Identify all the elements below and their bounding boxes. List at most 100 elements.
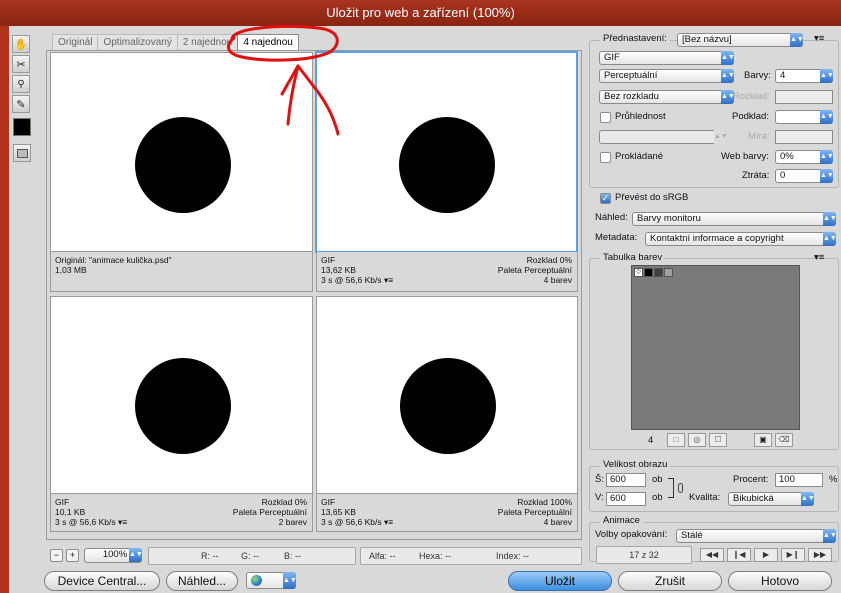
chevron-down-icon: ▲▼ [714,130,728,144]
save-button[interactable]: Uložit [508,571,612,591]
pane-menu-icon[interactable]: ▾≡ [384,275,393,285]
tab-optimized[interactable]: Optimalizovaný [97,34,177,50]
browser-icon [251,575,262,586]
next-frame-icon[interactable]: ▶❙ [781,548,805,562]
tool-palette: ✋ ✂ ⚲ ✎ [12,35,30,113]
colors-count-select[interactable]: 4 ▲▼ [775,69,834,83]
browser-select[interactable]: ▲▼ [246,572,297,589]
dither-amount-field [775,90,833,104]
chevron-down-icon: ▲▼ [820,150,834,164]
amount-label: Míra: [748,131,770,142]
preset-menu-icon[interactable]: ▾≡ [814,32,824,46]
device-central-button[interactable]: Device Central... [44,571,160,591]
toggle-slices-visibility-button[interactable] [13,144,31,162]
metadata-select[interactable]: Kontaktní informace a copyright ▲▼ [645,232,837,246]
looping-options-select[interactable]: Stálé ▲▼ [676,529,837,543]
color-swatch[interactable] [654,268,663,277]
quality-label: Kvalita: [689,492,721,503]
web-snap-select[interactable]: 0% ▲▼ [775,150,834,164]
transparency-checkbox[interactable] [600,112,611,123]
chevron-down-icon: ▲▼ [283,572,297,589]
red-annotation-circle-arrow [227,25,340,136]
frame-counter: 17 z 32 [596,546,692,564]
pane-menu-icon[interactable]: ▾≡ [384,517,393,527]
pane-menu-icon[interactable]: ▾≡ [118,517,127,527]
transparency-dither-select: ▲▼ [599,130,728,144]
dither-algorithm-select[interactable]: Bez rozkladu ▲▼ [599,90,735,104]
new-color-icon[interactable]: ▣ [754,433,772,447]
interlaced-checkbox[interactable] [600,152,611,163]
constrain-proportions-bracket [668,478,674,498]
color-table-area[interactable]: ◇ [631,265,800,430]
chevron-down-icon: ▲▼ [820,69,834,83]
eyedropper-color-swatch[interactable] [13,118,31,136]
color-reduction-select[interactable]: Perceptuální ▲▼ [599,69,735,83]
cancel-button[interactable]: Zrušit [618,571,722,591]
ball-image [400,358,496,454]
lock-color-icon[interactable]: ☐ [709,433,727,447]
color-table-menu-icon[interactable]: ▾≡ [814,251,824,265]
zoom-out-button[interactable]: − [50,549,63,562]
chevron-down-icon: ▲▼ [823,212,837,226]
play-icon[interactable]: ▶ [754,548,778,562]
percent-label: Procent: [733,474,769,485]
pane-info-text: Originál: "animace kulička.psd" 1,03 MB [55,255,172,275]
dither-amount-label: Rozklad: [733,91,770,102]
color-swatch[interactable] [644,268,653,277]
lossy-select[interactable]: 0 ▲▼ [775,169,834,183]
color-readout-alpha-hex-index: Alfa: -- Hexa: -- Index: -- [360,547,582,565]
chevron-down-icon: ▲▼ [790,33,804,47]
color-readout-rgb: R: -- G: -- B: -- [148,547,356,565]
pane-info-optimized-1: GIF 13,62 KB 3 s @ 56,6 Kb/s ▾≡ Rozklad … [316,252,578,292]
chevron-down-icon: ▲▼ [820,169,834,183]
height-field[interactable]: 600 [606,492,646,506]
preview-pane-optimized-2[interactable] [50,296,313,494]
chain-link-icon[interactable] [678,483,683,493]
zoom-level-select[interactable]: 100% ▲▼ [84,548,143,563]
preview-pane-optimized-3[interactable] [316,296,578,494]
zoom-tool-icon: ⚲ [17,78,25,90]
preview-pane-optimized-1[interactable] [315,51,578,253]
zoom-tool-button[interactable]: ⚲ [12,75,30,93]
animation-title: Animace [600,514,643,528]
last-frame-icon[interactable]: ▶▶ [808,548,832,562]
tab-original[interactable]: Originál [52,34,98,50]
preview-select[interactable]: Barvy monitoru ▲▼ [632,212,837,226]
metadata-label: Metadata: [595,232,638,243]
matte-select[interactable]: ▲▼ [775,110,834,124]
eyedropper-tool-icon: ✎ [16,98,26,111]
chevron-down-icon: ▲▼ [129,548,143,562]
transparency-label: Průhlednost [615,111,666,122]
preview-in-browser-button[interactable]: Náhled... [166,571,238,591]
ball-image [135,117,231,213]
color-count: 4 [648,435,654,446]
percent-field[interactable]: 100 [775,473,823,487]
quality-select[interactable]: Bikubická ▲▼ [728,492,815,506]
preset-select[interactable]: [Bez názvu] ▲▼ [677,33,804,47]
chevron-down-icon: ▲▼ [823,232,837,246]
width-field[interactable]: 600 [606,473,646,487]
first-frame-icon[interactable]: ◀◀ [700,548,724,562]
done-button[interactable]: Hotovo [728,571,832,591]
map-to-transparent-icon[interactable]: □ [667,433,685,447]
slice-select-tool-button[interactable]: ✂ [12,55,30,73]
eyedropper-tool-button[interactable]: ✎ [12,95,30,113]
ball-image [399,117,495,213]
percent-sign: % [829,474,838,485]
web-shift-icon[interactable]: ◎ [688,433,706,447]
color-swatch[interactable] [664,268,673,277]
height-unit: ob [652,492,663,503]
previous-frame-icon[interactable]: ❙◀ [727,548,751,562]
file-format-select[interactable]: GIF ▲▼ [599,51,735,65]
web-snap-label: Web barvy: [721,151,769,162]
convert-srgb-checkbox[interactable]: ✓ [600,193,611,204]
zoom-in-button[interactable]: + [66,549,79,562]
hand-tool-button[interactable]: ✋ [12,35,30,53]
preview-label: Náhled: [595,212,628,223]
delete-color-icon[interactable]: ⌫ [775,433,793,447]
looping-options-label: Volby opakování: [595,529,668,540]
chevron-down-icon: ▲▼ [721,51,735,65]
slices-visibility-icon [16,148,28,158]
color-swatch[interactable]: ◇ [634,268,643,277]
height-label: V: [595,492,604,503]
